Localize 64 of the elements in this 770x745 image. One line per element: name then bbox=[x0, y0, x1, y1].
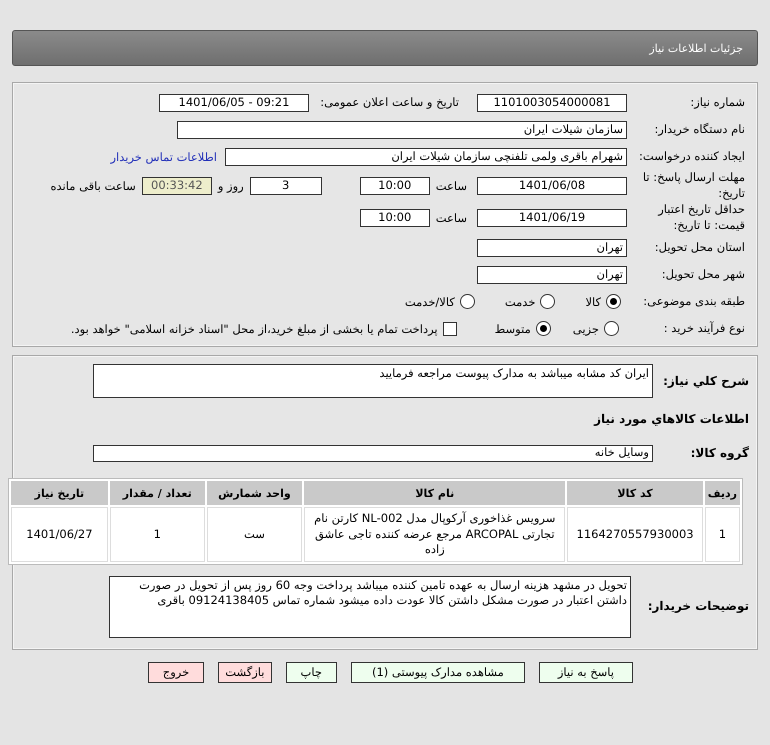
column-header: تاریخ نیاز bbox=[11, 481, 108, 505]
province-field: تهران bbox=[477, 238, 627, 256]
radio-label: خدمت bbox=[504, 294, 536, 308]
buyer-notes-field: تحویل در مشهد هزینه ارسال به عهده تامین کننده میباشد پرداخت وجه 60 روز پس از تحویل در صورت داشتن اعتبار در صورت مشکل داشتن کالا عودت داده میشود شماره تماس 09124138405 باقری bbox=[109, 576, 631, 638]
goods-group-field: وسایل خانه bbox=[93, 444, 653, 462]
deadline-date-field: 1401/06/08 bbox=[477, 177, 627, 195]
deadline-time-field: 10:00 bbox=[360, 177, 430, 195]
column-header: کد کالا bbox=[567, 481, 703, 505]
checkbox[interactable] bbox=[442, 322, 457, 336]
action-button[interactable]: مشاهده مدارک پیوستی (1) bbox=[350, 662, 525, 683]
field-label: استان محل تحویل: bbox=[654, 240, 745, 256]
radio-label: جزیی bbox=[572, 322, 599, 336]
action-button[interactable]: چاپ bbox=[286, 662, 337, 683]
field-label: مهلت ارسال پاسخ: تا تاریخ: bbox=[642, 170, 745, 202]
checkbox-label: پرداخت تمام یا بخشی از مبلغ خرید،از محل "اسناد خزانه اسلامی" خواهد بود. bbox=[70, 322, 438, 336]
field-label: حداقل تاریخ اعتبار قیمت: تا تاریخ: bbox=[656, 202, 745, 234]
need-number-field: 1101003054000081 bbox=[477, 94, 627, 112]
validity-date-field: 1401/06/19 bbox=[477, 209, 627, 227]
column-header: نام کالا bbox=[304, 481, 566, 505]
description-field: ایران کد مشابه میباشد به مدارک پیوست مراجعه فرمایید bbox=[93, 364, 653, 398]
page-title: جزئیات اطلاعات نیاز bbox=[649, 42, 743, 54]
days-field: 3 bbox=[250, 177, 322, 195]
action-button[interactable]: خروج bbox=[148, 662, 204, 683]
contact-link[interactable]: اطلاعات تماس خریدار bbox=[110, 150, 217, 164]
field-label: ایجاد کننده درخواست: bbox=[638, 148, 745, 164]
field-label: شماره نیاز: bbox=[689, 94, 745, 110]
field-label: توضیحات خریدار: bbox=[646, 598, 749, 615]
table-cell: 1164270557930003 bbox=[567, 507, 703, 562]
radio-button[interactable] bbox=[536, 321, 551, 336]
field-label: گروه کالا: bbox=[690, 444, 749, 462]
field-label: ساعت bbox=[436, 211, 467, 225]
radio-button[interactable] bbox=[460, 294, 475, 309]
table-cell: 1 bbox=[704, 507, 740, 562]
action-button[interactable]: بازگشت bbox=[218, 662, 272, 683]
action-button[interactable]: پاسخ به نیاز bbox=[538, 662, 633, 683]
table-cell: ست bbox=[206, 507, 302, 562]
field-label: طبقه بندی موضوعی: bbox=[642, 294, 745, 310]
field-label: روز و bbox=[218, 179, 244, 193]
announce-date-field: 1401/06/05 - 09:21 bbox=[159, 94, 309, 112]
requester-field: شهرام باقری ولمی تلفنچی سازمان شیلات ایران bbox=[225, 148, 627, 166]
field-label: ساعت باقی مانده bbox=[50, 179, 136, 193]
section-title: اطلاعات کالاهاي مورد نياز bbox=[594, 412, 749, 426]
field-label: نوع فرآیند خرید : bbox=[662, 320, 745, 336]
radio-label: متوسط bbox=[494, 322, 531, 336]
buyer-field: سازمان شیلات ایران bbox=[177, 120, 627, 138]
column-header: واحد شمارش bbox=[206, 481, 302, 505]
field-label: شهر محل تحویل: bbox=[660, 266, 745, 282]
table-cell: 1401/06/27 bbox=[11, 507, 108, 562]
field-label: تاریخ و ساعت اعلان عمومی: bbox=[319, 94, 459, 110]
radio-button[interactable] bbox=[540, 294, 556, 309]
city-field: تهران bbox=[477, 266, 627, 284]
radio-label: کالا bbox=[585, 294, 601, 308]
table-cell: 1 bbox=[110, 507, 205, 562]
radio-button[interactable] bbox=[606, 294, 621, 309]
field-label: نام دستگاه خریدار: bbox=[653, 122, 745, 138]
column-header: تعداد / مقدار bbox=[110, 481, 205, 505]
field-label: ساعت bbox=[436, 179, 467, 193]
radio-button[interactable] bbox=[604, 321, 619, 336]
column-header: ردیف bbox=[704, 481, 740, 505]
field-label: شرح کلي نياز: bbox=[662, 373, 749, 390]
radio-label: کالا/خدمت bbox=[404, 294, 455, 308]
validity-time-field: 10:00 bbox=[360, 209, 430, 227]
table-cell: سرویس غذاخوری آرکوپال مدل NL-002 کارتن نام تجارتی ARCOPAL مرجع عرضه کننده تاجی عاشق زاده bbox=[304, 507, 566, 562]
remaining-time-field: 00:33:42 bbox=[142, 177, 212, 195]
